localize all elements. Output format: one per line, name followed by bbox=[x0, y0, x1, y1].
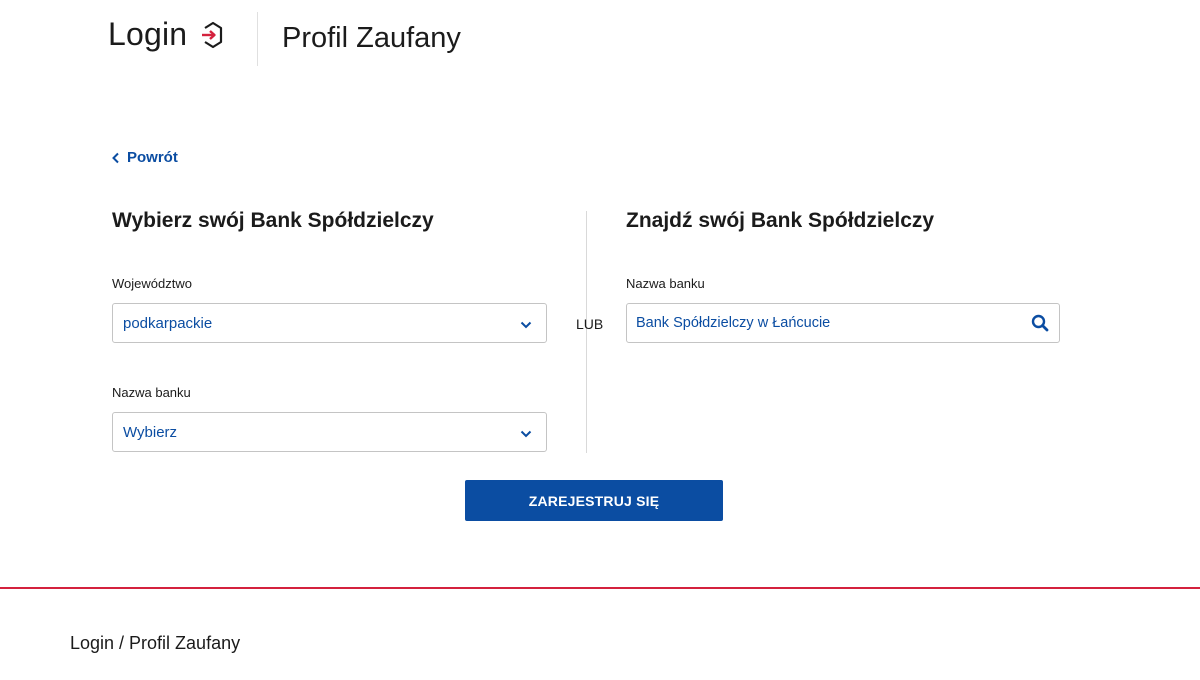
register-button[interactable]: ZAREJESTRUJ SIĘ bbox=[465, 480, 723, 521]
find-bank-heading: Znajdź swój Bank Spółdzielczy bbox=[626, 209, 935, 232]
voivodeship-select[interactable]: podkarpackie bbox=[112, 303, 547, 343]
back-link[interactable]: Powrót bbox=[111, 149, 178, 166]
select-bank-heading: Wybierz swój Bank Spółdzielczy bbox=[112, 209, 434, 232]
chevron-down-icon bbox=[520, 321, 532, 328]
logo-text: Login bbox=[108, 16, 188, 52]
page-title: Profil Zaufany bbox=[282, 22, 461, 54]
site-header: Login Profil Zaufany bbox=[0, 0, 1200, 70]
bank-search-value: Bank Spółdzielczy w Łańcucie bbox=[636, 315, 831, 331]
chevron-down-icon bbox=[520, 430, 532, 437]
bank-search-input[interactable]: Bank Spółdzielczy w Łańcucie bbox=[626, 303, 1060, 343]
bank-name-select[interactable]: Wybierz bbox=[112, 412, 547, 452]
bank-name-label: Nazwa banku bbox=[112, 385, 191, 400]
search-icon[interactable] bbox=[1031, 314, 1049, 332]
back-link-label: Powrót bbox=[127, 149, 178, 166]
bank-name-value: Wybierz bbox=[123, 423, 178, 441]
voivodeship-value: podkarpackie bbox=[123, 314, 213, 332]
chevron-left-icon bbox=[112, 152, 119, 163]
voivodeship-label: Województwo bbox=[112, 276, 192, 291]
footer-divider bbox=[0, 587, 1200, 589]
column-divider bbox=[586, 211, 587, 453]
login-logo[interactable]: Login bbox=[108, 16, 229, 53]
login-arrow-icon bbox=[202, 21, 223, 48]
search-bank-label: Nazwa banku bbox=[626, 276, 705, 291]
or-separator: LUB bbox=[576, 316, 604, 332]
footer-text: Login / Profil Zaufany bbox=[70, 633, 241, 653]
header-divider bbox=[257, 12, 258, 66]
